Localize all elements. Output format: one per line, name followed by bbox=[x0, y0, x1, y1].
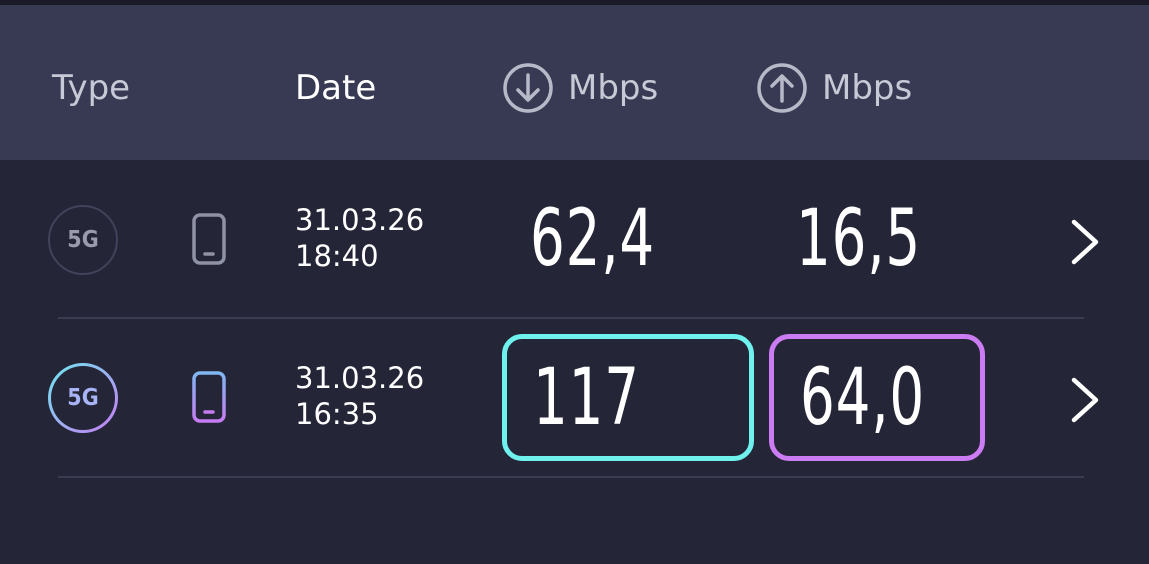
type-label: Type bbox=[52, 68, 131, 108]
download-highlight-box: 117 bbox=[502, 334, 754, 461]
phone-icon bbox=[192, 371, 226, 423]
date-label: Date bbox=[295, 68, 377, 108]
table-header: Type Date Mbps Mbps bbox=[0, 5, 1149, 160]
chevron-right-icon[interactable] bbox=[1068, 376, 1102, 424]
upload-unit-label: Mbps bbox=[822, 68, 913, 108]
download-unit-label: Mbps bbox=[568, 68, 659, 108]
upload-value: 64,0 bbox=[800, 353, 925, 443]
test-date: 31.03.26 bbox=[295, 203, 425, 237]
table-row[interactable]: 5G 31.03.26 18:40 62,4 16,5 bbox=[0, 160, 1149, 318]
download-value: 62,4 bbox=[530, 194, 655, 284]
upload-value: 16,5 bbox=[796, 194, 921, 284]
column-header-date[interactable]: Date bbox=[295, 63, 376, 113]
row-divider bbox=[58, 476, 1084, 478]
download-value: 117 bbox=[533, 353, 640, 443]
test-datetime: 31.03.26 16:35 bbox=[295, 360, 424, 432]
chevron-right-icon[interactable] bbox=[1068, 218, 1102, 266]
network-type-badge: 5G bbox=[48, 363, 118, 433]
arrow-up-circle-icon bbox=[757, 63, 807, 113]
column-header-type[interactable]: Type bbox=[52, 63, 130, 113]
column-header-download[interactable]: Mbps bbox=[502, 63, 658, 113]
table-row[interactable]: 5G 31.03.26 16:35 117 64,0 bbox=[0, 318, 1149, 476]
test-datetime: 31.03.26 18:40 bbox=[295, 202, 424, 274]
upload-highlight-box: 64,0 bbox=[769, 334, 985, 461]
arrow-down-circle-icon bbox=[503, 63, 553, 113]
network-type-badge: 5G bbox=[48, 205, 118, 275]
test-time: 16:35 bbox=[295, 397, 379, 431]
phone-icon bbox=[192, 213, 226, 265]
test-time: 18:40 bbox=[295, 239, 379, 273]
column-header-upload[interactable]: Mbps bbox=[756, 63, 912, 113]
test-date: 31.03.26 bbox=[295, 361, 425, 395]
